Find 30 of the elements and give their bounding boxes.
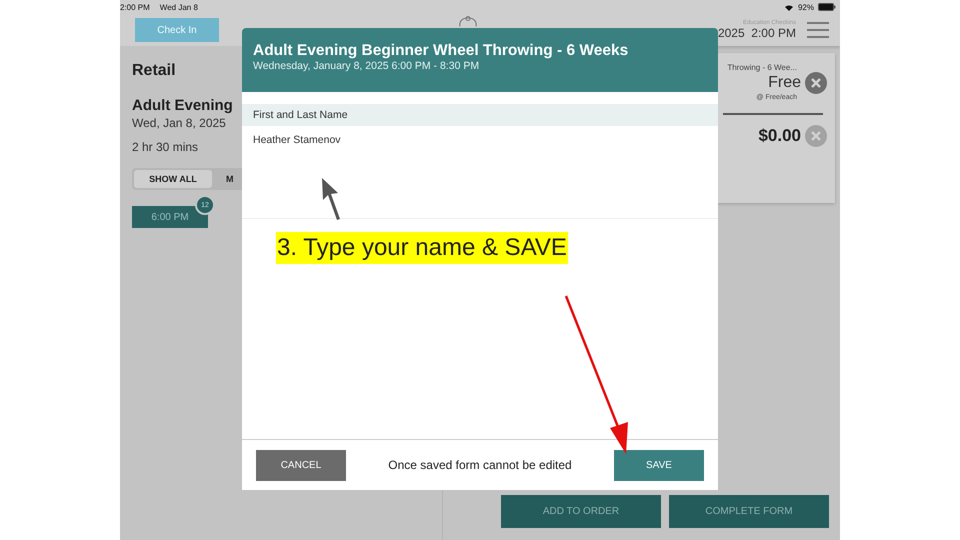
logo-icon bbox=[459, 16, 478, 27]
item-price: Free bbox=[768, 74, 801, 92]
save-button[interactable]: SAVE bbox=[614, 450, 704, 480]
action-button[interactable]: COMPLETE FORM bbox=[669, 495, 829, 528]
field-label: First and Last Name bbox=[242, 104, 718, 126]
event-title: Adult Evening bbox=[132, 97, 233, 114]
save-note: Once saved form cannot be edited bbox=[388, 458, 572, 472]
section-title: Retail bbox=[132, 62, 176, 80]
action-button[interactable]: ADD TO ORDER bbox=[501, 495, 661, 528]
cancel-button[interactable]: CANCEL bbox=[256, 450, 346, 480]
clear-icon[interactable] bbox=[805, 125, 827, 147]
battery-percent: 92% bbox=[798, 2, 814, 12]
time-slot-button[interactable]: 6:00 PM bbox=[132, 206, 208, 228]
date-time: 2025 2:00 PM bbox=[718, 26, 796, 40]
pointer-arrow bbox=[322, 178, 340, 220]
wifi-icon bbox=[784, 3, 794, 11]
total-amount: $0.00 bbox=[758, 126, 801, 146]
battery-icon bbox=[818, 3, 836, 11]
filter-tab[interactable]: SHOW ALL bbox=[134, 170, 212, 188]
dialog-title: Adult Evening Beginner Wheel Throwing - 6 Weeks bbox=[253, 42, 630, 60]
item-name: Throwing - 6 Wee... bbox=[727, 63, 797, 72]
event-date: Wed, Jan 8, 2025 bbox=[132, 116, 226, 130]
filter-tab[interactable]: M bbox=[216, 170, 244, 188]
instruction-callout: 3. Type your name & SAVE bbox=[276, 232, 568, 264]
status-date: Wed Jan 8 bbox=[160, 2, 198, 12]
remove-icon[interactable] bbox=[805, 72, 827, 94]
dialog-subtitle: Wednesday, January 8, 2025 6:00 PM - 8:30 PM bbox=[253, 60, 480, 72]
menu-icon[interactable] bbox=[806, 21, 830, 39]
status-time: 2:00 PM bbox=[120, 2, 150, 12]
event-duration: 2 hr 30 mins bbox=[132, 140, 198, 154]
